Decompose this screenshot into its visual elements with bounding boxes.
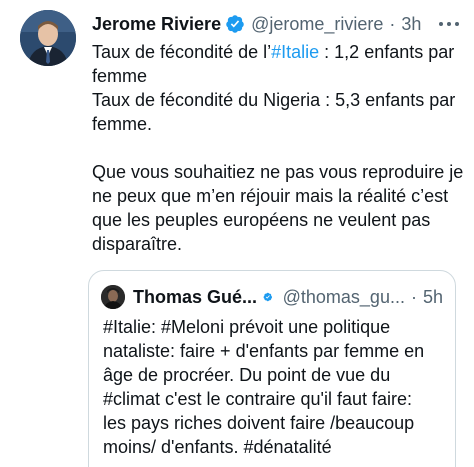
- text-segment: disparaître.: [92, 234, 183, 254]
- author-avatar[interactable]: [20, 10, 76, 66]
- tweet-header: Jerome Riviere @jerome_riviere · 3h: [92, 12, 421, 36]
- text-segment: Taux de fécondité du Nigeria : 5,3 enfan…: [92, 90, 456, 110]
- quoted-avatar-image: [101, 285, 125, 309]
- text-segment: que les peuples européens ne veulent pas: [92, 210, 431, 230]
- quoted-text-line: moins/ d'enfants. #dénatalité: [103, 437, 332, 457]
- tweet-text-line: femme: [92, 64, 464, 88]
- quoted-author-handle[interactable]: @thomas_gu...: [283, 287, 405, 308]
- quoted-tweet-text: #Italie: #Meloni prévoit une politique na…: [103, 315, 449, 459]
- tweet-text-line: ne peux que m’en réjouir mais la réalité…: [92, 184, 464, 208]
- quoted-text-line: âge de procréer. Du point de vue du: [103, 365, 391, 385]
- more-options-icon[interactable]: [437, 16, 461, 32]
- tweet-text-line: disparaître.: [92, 232, 464, 256]
- tweet-timestamp[interactable]: 3h: [401, 14, 421, 35]
- quoted-tweet[interactable]: Thomas Gué... @thomas_gu... · 5h #Italie…: [88, 270, 456, 467]
- author-handle[interactable]: @jerome_riviere: [251, 14, 383, 35]
- verified-badge-icon: [263, 292, 273, 302]
- tweet-text: Taux de fécondité de l’#Italie : 1,2 enf…: [92, 40, 464, 256]
- author-name[interactable]: Jerome Riviere: [92, 14, 221, 35]
- tweet-text-line: Taux de fécondité du Nigeria : 5,3 enfan…: [92, 88, 464, 112]
- text-segment: femme.: [92, 114, 153, 134]
- quoted-author-name[interactable]: Thomas Gué...: [133, 287, 257, 308]
- tweet-text-line: Que vous souhaitiez ne pas vous reprodui…: [92, 160, 464, 184]
- text-segment: ne peux que m’en réjouir mais la réalité…: [92, 186, 449, 206]
- quoted-author-avatar[interactable]: [101, 285, 125, 309]
- verified-badge-icon: [226, 15, 244, 33]
- tweet-text-line: que les peuples européens ne veulent pas: [92, 208, 464, 232]
- quoted-text-line: nataliste: faire + d'enfants par femme e…: [103, 341, 425, 361]
- quoted-tweet-timestamp[interactable]: 5h: [423, 287, 443, 308]
- tweet-text-line: femme.: [92, 112, 464, 136]
- tweet-text-line: Taux de fécondité de l’#Italie : 1,2 enf…: [92, 40, 464, 64]
- quoted-tweet-header: Thomas Gué... @thomas_gu... · 5h: [133, 285, 443, 309]
- hashtag-link[interactable]: #Italie: [271, 42, 319, 62]
- quoted-text-line: les pays riches doivent faire /beaucoup: [103, 413, 415, 433]
- author-avatar-image: [20, 10, 76, 66]
- quoted-text-line: #Italie: #Meloni prévoit une politique: [103, 317, 391, 337]
- quoted-header-separator: ·: [410, 286, 417, 307]
- text-segment: Taux de fécondité de l’: [92, 42, 272, 62]
- text-segment: femme: [92, 66, 148, 86]
- header-separator: ·: [389, 13, 396, 34]
- tweet[interactable]: Jerome Riviere @jerome_riviere · 3h Taux…: [0, 0, 474, 467]
- text-segment: Que vous souhaitiez ne pas vous reprodui…: [92, 162, 464, 182]
- text-segment: : 1,2 enfants par: [319, 42, 455, 62]
- quoted-text-line: #climat c'est le contraire qu'il faut fa…: [103, 389, 413, 409]
